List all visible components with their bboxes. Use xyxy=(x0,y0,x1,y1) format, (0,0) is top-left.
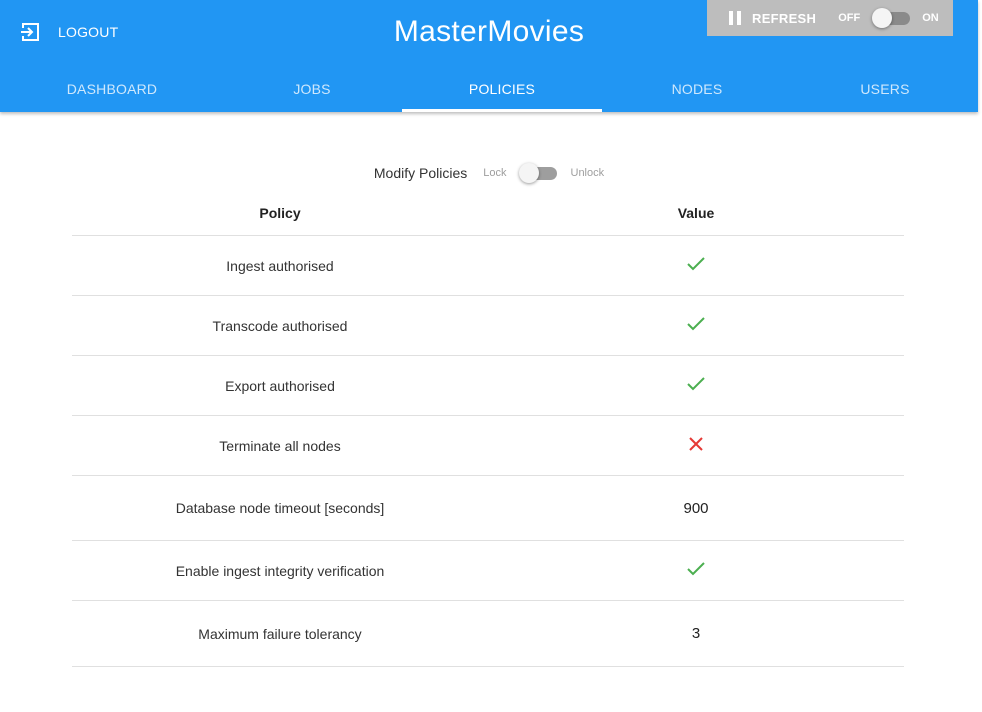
refresh-on-label: ON xyxy=(922,12,939,24)
policy-value xyxy=(488,435,904,456)
modify-policies-row: Modify Policies Lock Unlock xyxy=(0,163,978,183)
policy-name: Database node timeout [seconds] xyxy=(175,500,385,516)
check-icon xyxy=(687,377,705,391)
value-column-header: Value xyxy=(677,204,715,221)
table-row: Maximum failure tolerancy 3 xyxy=(72,601,904,667)
modify-policies-toggle[interactable] xyxy=(518,163,557,183)
policy-name: Ingest authorised xyxy=(226,257,334,274)
check-icon xyxy=(687,562,705,576)
table-row: Ingest authorised xyxy=(72,236,904,296)
policy-name: Terminate all nodes xyxy=(219,437,341,454)
unlock-label: Unlock xyxy=(570,167,605,179)
policy-value: 900 xyxy=(488,500,904,517)
policy-value: 3 xyxy=(488,625,904,642)
refresh-panel: REFRESH OFF ON xyxy=(707,0,953,36)
pause-icon[interactable] xyxy=(729,11,741,25)
policy-name: Enable ingest integrity verification xyxy=(175,562,385,579)
app-header: LOGOUT MasterMovies REFRESH OFF ON DASHB… xyxy=(0,0,978,112)
modify-policies-toggle-thumb xyxy=(518,163,539,183)
table-row: Terminate all nodes xyxy=(72,416,904,476)
refresh-toggle[interactable] xyxy=(872,8,911,28)
table-row: Transcode authorised xyxy=(72,296,904,356)
lock-label: Lock xyxy=(483,167,507,179)
refresh-toggle-thumb xyxy=(872,8,893,28)
policy-column-header: Policy xyxy=(259,204,301,221)
tab-users[interactable]: USERS xyxy=(785,72,982,112)
policies-table: Policy Value Ingest authorised Transcode… xyxy=(72,190,904,667)
table-row: Enable ingest integrity verification xyxy=(72,541,904,601)
refresh-label: REFRESH xyxy=(752,10,817,26)
table-row: Export authorised xyxy=(72,356,904,416)
policy-value xyxy=(488,315,904,336)
cross-icon xyxy=(689,437,703,451)
table-row: Database node timeout [seconds] 900 xyxy=(72,476,904,541)
policy-value-number: 900 xyxy=(683,499,709,517)
table-header: Policy Value xyxy=(72,190,904,236)
tab-policies[interactable]: POLICIES xyxy=(402,72,602,112)
policy-value xyxy=(488,375,904,396)
tab-dashboard[interactable]: DASHBOARD xyxy=(12,72,212,112)
policy-value-number: 3 xyxy=(691,625,701,642)
check-icon xyxy=(687,257,705,271)
policy-name: Transcode authorised xyxy=(212,317,348,334)
policy-name: Maximum failure tolerancy xyxy=(198,625,362,642)
tab-jobs[interactable]: JOBS xyxy=(212,72,412,112)
check-icon xyxy=(687,317,705,331)
tab-nodes[interactable]: NODES xyxy=(597,72,797,112)
refresh-off-label: OFF xyxy=(838,12,861,24)
modify-policies-label: Modify Policies xyxy=(373,165,468,181)
policy-name: Export authorised xyxy=(225,377,335,394)
policy-value xyxy=(488,560,904,581)
policy-value xyxy=(488,255,904,276)
